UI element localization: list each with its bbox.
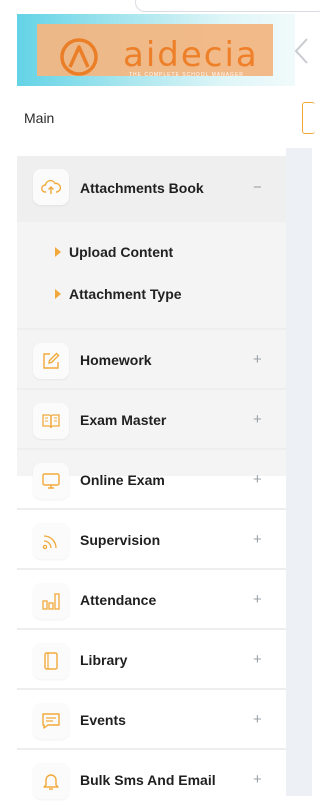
menu-item-bulk-sms-and-email[interactable]: Bulk Sms And Email +	[17, 748, 286, 810]
logo-band: aidecia THE COMPLETE SCHOOL MANAGER	[17, 14, 295, 86]
menu-item-events[interactable]: Events +	[17, 688, 286, 750]
expand-toggle[interactable]: +	[253, 651, 262, 668]
menu-label-attachments-book: Attachments Book	[80, 180, 204, 196]
menu-item-online-exam[interactable]: Online Exam +	[17, 448, 286, 510]
expand-toggle[interactable]: +	[253, 471, 262, 488]
expand-toggle[interactable]: +	[253, 711, 262, 728]
expand-toggle[interactable]: +	[253, 771, 262, 788]
menu-item-attendance[interactable]: Attendance +	[17, 568, 286, 630]
cloud-upload-icon	[33, 169, 69, 205]
menu-label-bulk-sms-and-email: Bulk Sms And Email	[80, 772, 216, 788]
caret-right-icon	[55, 247, 61, 257]
menu-label-homework: Homework	[80, 352, 152, 368]
bar-chart-icon	[33, 583, 69, 619]
menu-item-exam-master[interactable]: Exam Master +	[17, 388, 286, 450]
submenu-upload-content[interactable]: Upload Content	[55, 244, 173, 260]
header-input-edge[interactable]	[302, 102, 315, 134]
menu-item-homework[interactable]: Homework +	[17, 328, 286, 390]
content-area-edge	[286, 148, 312, 796]
menu-label-events: Events	[80, 712, 126, 728]
bell-icon	[33, 763, 69, 799]
sidebar-menu: Attachments Book − Upload Content Attach…	[17, 148, 286, 799]
brand-tagline: THE COMPLETE SCHOOL MANAGER	[129, 72, 244, 78]
chevron-left-icon[interactable]	[290, 36, 312, 66]
logo[interactable]: aidecia THE COMPLETE SCHOOL MANAGER	[37, 24, 273, 78]
brand-name: aidecia	[123, 35, 259, 75]
menu-item-attachments-book[interactable]: Attachments Book −	[17, 156, 286, 222]
expand-toggle[interactable]: +	[253, 591, 262, 608]
expand-toggle[interactable]: +	[253, 531, 262, 548]
open-book-icon	[33, 403, 69, 439]
collapse-toggle[interactable]: −	[253, 179, 262, 196]
main-label: Main	[24, 110, 55, 126]
expand-toggle[interactable]: +	[253, 411, 262, 428]
caret-right-icon	[55, 289, 61, 299]
menu-label-attendance: Attendance	[80, 592, 157, 608]
menu-label-supervision: Supervision	[80, 532, 161, 548]
pencil-square-icon	[33, 343, 69, 379]
expand-toggle[interactable]: +	[253, 351, 262, 368]
top-bar	[0, 0, 320, 14]
submenu-attachment-type[interactable]: Attachment Type	[55, 286, 182, 302]
monitor-icon	[33, 463, 69, 499]
book-icon	[33, 643, 69, 679]
menu-item-supervision[interactable]: Supervision +	[17, 508, 286, 570]
menu-item-library[interactable]: Library +	[17, 628, 286, 690]
top-search-pill[interactable]	[135, 0, 320, 12]
menu-label-online-exam: Online Exam	[80, 472, 165, 488]
logo-mark-icon	[60, 38, 98, 76]
menu-label-library: Library	[80, 652, 128, 668]
main-header-row: Main	[0, 86, 315, 148]
broadcast-icon	[33, 523, 69, 559]
message-icon	[33, 703, 69, 739]
menu-label-exam-master: Exam Master	[80, 412, 167, 428]
